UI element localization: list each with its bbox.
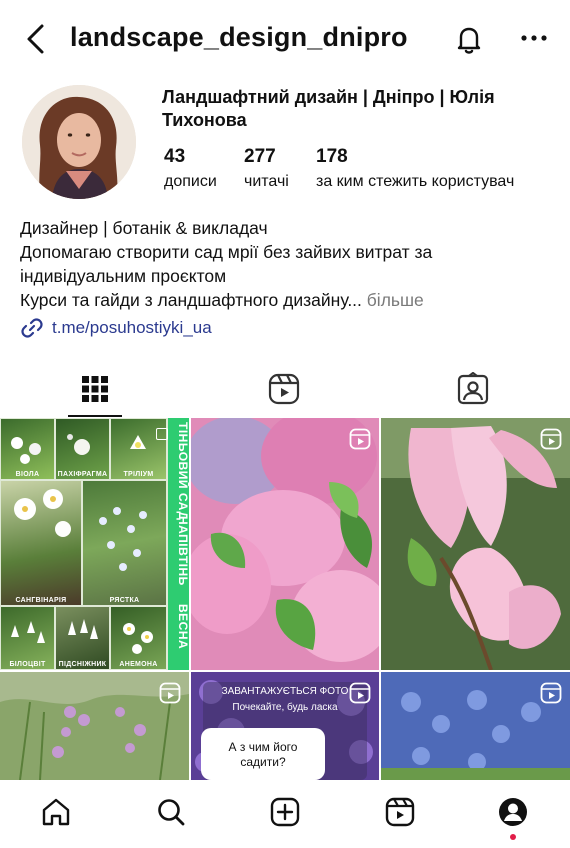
reels-icon[interactable] [384,796,416,828]
plant-label: АНЕМОНА [119,661,158,668]
bio-text: Курси та гайди з ландшафтного дизайну... [20,290,362,310]
plant-label: ТРІЛІУМ [123,471,154,478]
avatar[interactable] [22,85,136,199]
hydrangea-photo [191,418,379,670]
band-text: НАПІВТІНЬ [176,516,189,586]
bio-line: Курси та гайди з ландшафтного дизайну...… [20,288,560,312]
profile-link-text[interactable]: t.me/posuhostiyki_ua [52,318,212,338]
plant-label: ВІОЛА [15,471,40,478]
reel-badge-icon [540,428,562,450]
stat-label: дописи [164,173,217,190]
home-icon[interactable] [40,796,72,828]
reel-badge-icon [349,428,371,450]
more-options-icon[interactable] [518,24,550,52]
bottom-navigation [0,780,570,848]
post-thumbnail[interactable] [381,672,570,780]
back-arrow-icon[interactable] [22,22,52,56]
notification-dot [510,834,516,840]
plant-label: БІЛОЦВІТ [9,661,46,668]
reel-badge-icon [540,682,562,704]
bio-line: Дизайнер | ботанік & викладач [20,218,268,238]
plant-photo: БІЛОЦВІТ [1,607,54,669]
plant-label: РЯСТКА [109,597,140,604]
magnolia-photo [381,418,570,670]
plant-photo: РЯСТКА [83,481,166,605]
top-bar: landscape_design_dnipro [0,0,570,78]
profile-link[interactable]: t.me/posuhostiyki_ua [20,316,212,340]
search-icon[interactable] [155,796,187,828]
post-thumbnail[interactable]: ВІОЛА ПАХІФРАГМА ТРІЛІУМ САНГВІНАРІЯ РЯС… [0,418,189,670]
profile-bio: Дизайнер | ботанік & викладач Допомагаю … [20,216,560,312]
reel-badge-icon [349,682,371,704]
carousel-icon [156,428,168,440]
stat-value: 277 [244,146,276,167]
plant-photo: ВІОЛА [1,419,54,479]
reels-icon[interactable] [267,372,301,406]
stat-value: 43 [164,146,186,167]
question-line: садити? [240,755,286,769]
following-count-stat[interactable]: 178 за ким стежить користувач [316,146,514,193]
stat-label: за ким стежить користувач [316,173,515,190]
link-icon [21,318,43,338]
notifications-bell-icon[interactable] [452,22,486,56]
plant-photo: ПІДСНІЖНИК [56,607,109,669]
plant-photo: ПАХІФРАГМА [56,419,109,479]
posts-count-stat[interactable]: 43 дописи [164,146,217,193]
plant-photo: САНГВІНАРІЯ [1,481,81,605]
bio-more-link[interactable]: більше [367,290,424,310]
stat-value: 178 [316,146,348,167]
band-text: ТІНЬОВИЙ САД [176,422,189,521]
band-text: ВЕСНА [176,604,189,650]
reel-badge-icon [159,682,181,704]
followers-count-stat[interactable]: 277 читачі [244,146,289,193]
question-line: А з чим його [228,740,298,754]
post-thumbnail[interactable] [191,418,379,670]
profile-tabs [0,362,570,418]
active-tab-indicator [68,415,122,417]
plant-label: ПІДСНІЖНИК [58,661,107,668]
plant-label: ПАХІФРАГМА [57,471,108,478]
profile-full-name: Ландшафтний дизайн | Дніпро | Юлія Тихон… [162,87,495,130]
bio-line: індивідуальним проєктом [20,266,227,286]
plant-label: САНГВІНАРІЯ [15,597,67,604]
post-thumbnail[interactable]: ЗАВАНТАЖУЄТЬСЯ ФОТО Почекайте, будь ласк… [191,672,379,780]
create-icon[interactable] [269,796,301,828]
post-thumbnail[interactable] [0,672,189,780]
plant-photo: АНЕМОНА [111,607,166,669]
stat-label: читачі [244,173,289,190]
grid-icon[interactable] [78,372,112,406]
collage-side-band: ТІНЬОВИЙ САД НАПІВТІНЬ ВЕСНА [168,418,189,670]
profile-username: landscape_design_dnipro [70,22,408,52]
bio-line: Допомагаю створити сад мрії без зайвих в… [20,242,433,262]
tagged-icon[interactable] [456,372,490,406]
posts-grid: ВІОЛА ПАХІФРАГМА ТРІЛІУМ САНГВІНАРІЯ РЯС… [0,418,570,780]
avatar-photo [22,85,136,199]
question-card: А з чим його садити? [201,728,325,780]
post-thumbnail[interactable] [381,418,570,670]
profile-icon[interactable] [497,796,529,828]
